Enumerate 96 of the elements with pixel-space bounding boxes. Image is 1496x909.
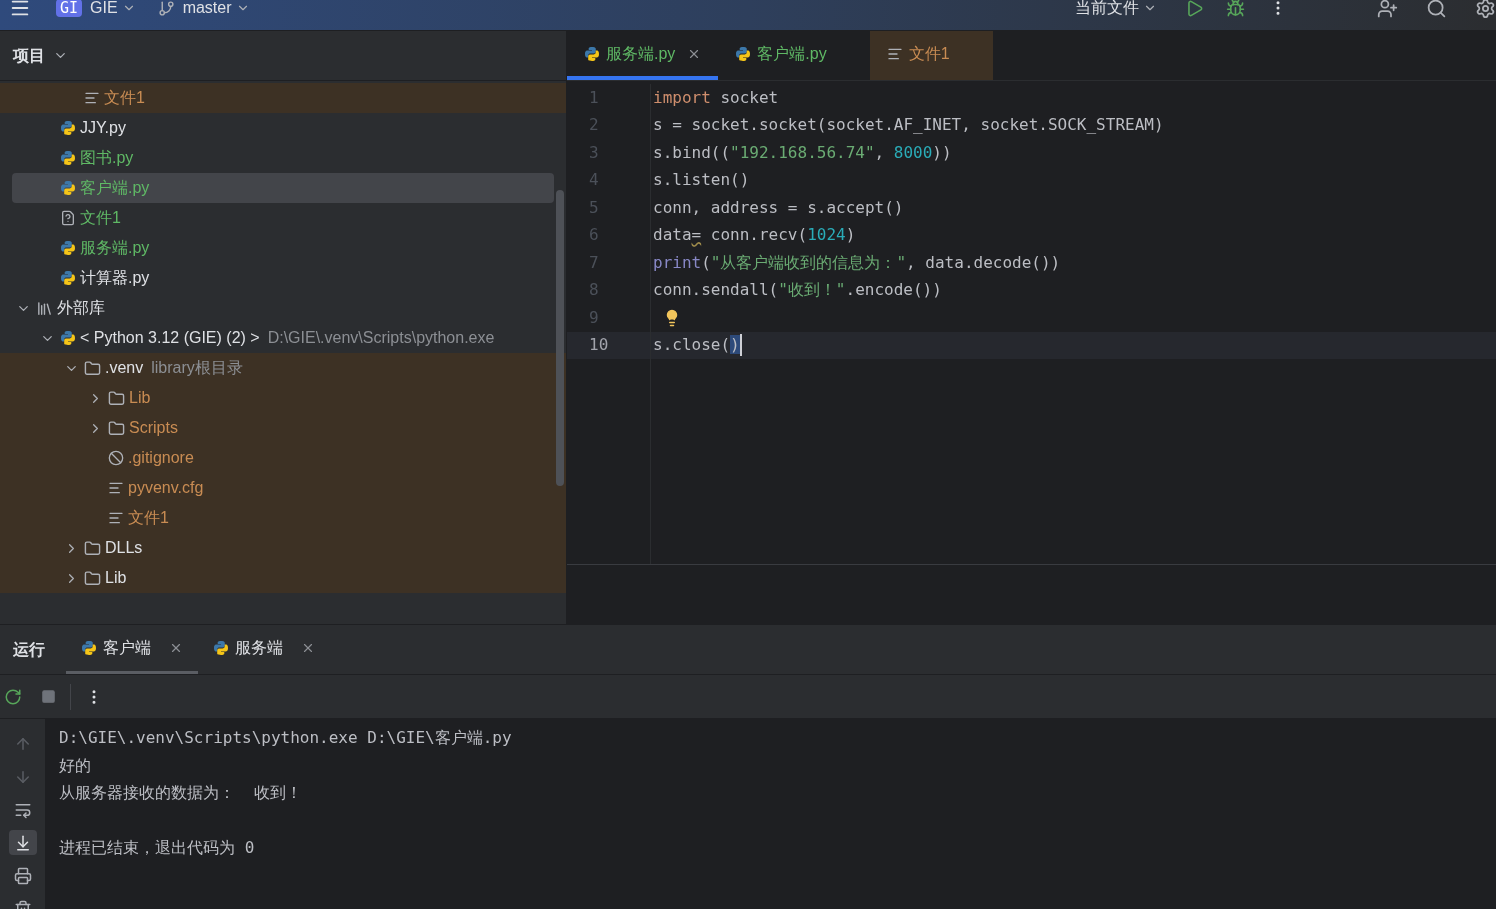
item-label: Scripts (129, 418, 178, 438)
run-icon[interactable] (1185, 0, 1204, 18)
branch-icon[interactable] (157, 0, 175, 17)
item-label: 客户端.py (80, 178, 150, 198)
item-label: pyvenv.cfg (128, 478, 204, 498)
code-line: s.bind(("192.168.56.74", 8000)) (653, 141, 952, 164)
code-line: data= conn.recv(1024) (653, 224, 856, 247)
tree-item[interactable]: .gitignore (0, 443, 566, 473)
panel-title: 运行 (13, 639, 45, 660)
item-label: 服务端.py (80, 238, 150, 258)
item-hint: library根目录 (151, 358, 243, 378)
item-label: 文件1 (104, 88, 145, 108)
code-line: print("从客户端收到的信息为：", data.decode()) (653, 251, 1061, 274)
item-label: 计算器.py (80, 268, 150, 288)
item-label: 文件1 (128, 508, 169, 528)
python-file-icon (60, 330, 76, 346)
text-file-icon (84, 90, 100, 106)
tree-item[interactable]: .venv library根目录 (0, 353, 566, 383)
scroll-to-end-icon[interactable] (8, 830, 37, 855)
tree-item[interactable]: Scripts (0, 413, 566, 443)
python-file-icon (81, 640, 97, 656)
tree-item[interactable]: 计算器.py (0, 263, 566, 293)
code-line: import socket (653, 86, 779, 109)
tree-item[interactable]: 文件1 (0, 503, 566, 533)
item-label: JJY.py (80, 118, 126, 138)
python-file-icon (60, 150, 76, 166)
rerun-icon[interactable] (4, 687, 22, 706)
python-file-icon (60, 240, 76, 256)
line-number: 10 (589, 334, 609, 357)
editor-tab[interactable]: 客户端.py (718, 31, 870, 80)
item-label: < Python 3.12 (GIE) (2) > (80, 328, 260, 348)
tree-item[interactable]: < Python 3.12 (GIE) (2) > D:\GIE\.venv\Scripts\python.exe (0, 323, 566, 353)
code-line: s = socket.socket(socket.AF_INET, socket.SOCK_STREAM) (653, 114, 1164, 137)
tree-item[interactable]: 文件1 (0, 203, 566, 233)
tree-item[interactable]: Lib (0, 383, 566, 413)
console-line: 从服务器接收的数据为： 收到！ (59, 782, 304, 804)
item-label: 文件1 (80, 208, 121, 228)
tab-label: 文件1 (908, 43, 950, 64)
code-line: conn.sendall("收到！".encode()) (653, 279, 942, 302)
console-line: 好的 (59, 754, 92, 777)
folder-icon (84, 569, 101, 587)
run-config-dropdown[interactable]: 当前文件 (1075, 0, 1139, 20)
item-label: Lib (105, 568, 127, 588)
close-icon[interactable] (301, 641, 315, 655)
tree-item[interactable]: 外部库 (0, 293, 566, 323)
code-line: s.listen() (653, 169, 750, 192)
python-file-icon (60, 120, 76, 136)
tree-item[interactable]: DLLs (0, 533, 566, 563)
close-icon[interactable] (169, 641, 183, 655)
tree-item[interactable]: 服务端.py (0, 233, 566, 263)
run-tab[interactable]: 客户端 (66, 625, 198, 674)
settings-icon[interactable] (1475, 0, 1496, 19)
python-file-icon (735, 45, 752, 62)
python-file-icon (60, 270, 76, 286)
item-label: 图书.py (80, 148, 134, 168)
text-file-icon (108, 510, 124, 526)
add-user-icon[interactable] (1377, 0, 1398, 19)
debug-icon[interactable] (1226, 0, 1245, 18)
run-tab[interactable]: 服务端 (198, 625, 330, 674)
text-cursor (739, 334, 742, 357)
tree-item[interactable]: 文件1 (0, 83, 566, 113)
library-icon (36, 299, 53, 317)
tree-item[interactable]: Lib (0, 563, 566, 593)
tab-label: 客户端.py (757, 43, 827, 64)
item-label: 外部库 (57, 298, 105, 318)
item-label: DLLs (105, 538, 143, 558)
stop-icon[interactable] (41, 689, 56, 704)
project-name[interactable]: GIE (90, 0, 118, 20)
panel-title[interactable]: 项目 (13, 43, 45, 68)
unknown-file-icon (60, 210, 76, 226)
search-icon[interactable] (1426, 0, 1447, 19)
text-file-icon (108, 480, 124, 496)
code-line: s.close() (653, 334, 740, 357)
python-file-icon (213, 640, 229, 656)
folder-icon (108, 389, 125, 407)
python-file-icon (584, 45, 600, 62)
code-line: conn, address = s.accept() (653, 196, 904, 219)
item-label: .gitignore (128, 448, 194, 468)
python-file-icon (60, 180, 76, 196)
item-hint: D:\GIE\.venv\Scripts\python.exe (267, 328, 495, 348)
tree-item[interactable]: JJY.py (0, 113, 566, 143)
scrollbar[interactable] (556, 190, 564, 486)
editor-tab[interactable]: 文件1 (869, 31, 993, 80)
item-label: .venv (105, 358, 144, 378)
folder-icon (84, 359, 101, 377)
folder-icon (108, 419, 125, 437)
console-line: 进程已结束，退出代码为 0 (59, 836, 256, 859)
folder-icon (84, 539, 101, 557)
project-badge[interactable]: GI (56, 0, 83, 17)
ignore-file-icon (108, 450, 124, 466)
item-label: Lib (129, 388, 151, 408)
tab-label: 服务端.py (606, 43, 676, 64)
tree-item[interactable]: 图书.py (0, 143, 566, 173)
console-line: D:\GIE\.venv\Scripts\python.exe D:\GIE\客户端.py (59, 727, 513, 749)
branch-name[interactable]: master (182, 0, 232, 20)
tree-item[interactable]: pyvenv.cfg (0, 473, 566, 503)
